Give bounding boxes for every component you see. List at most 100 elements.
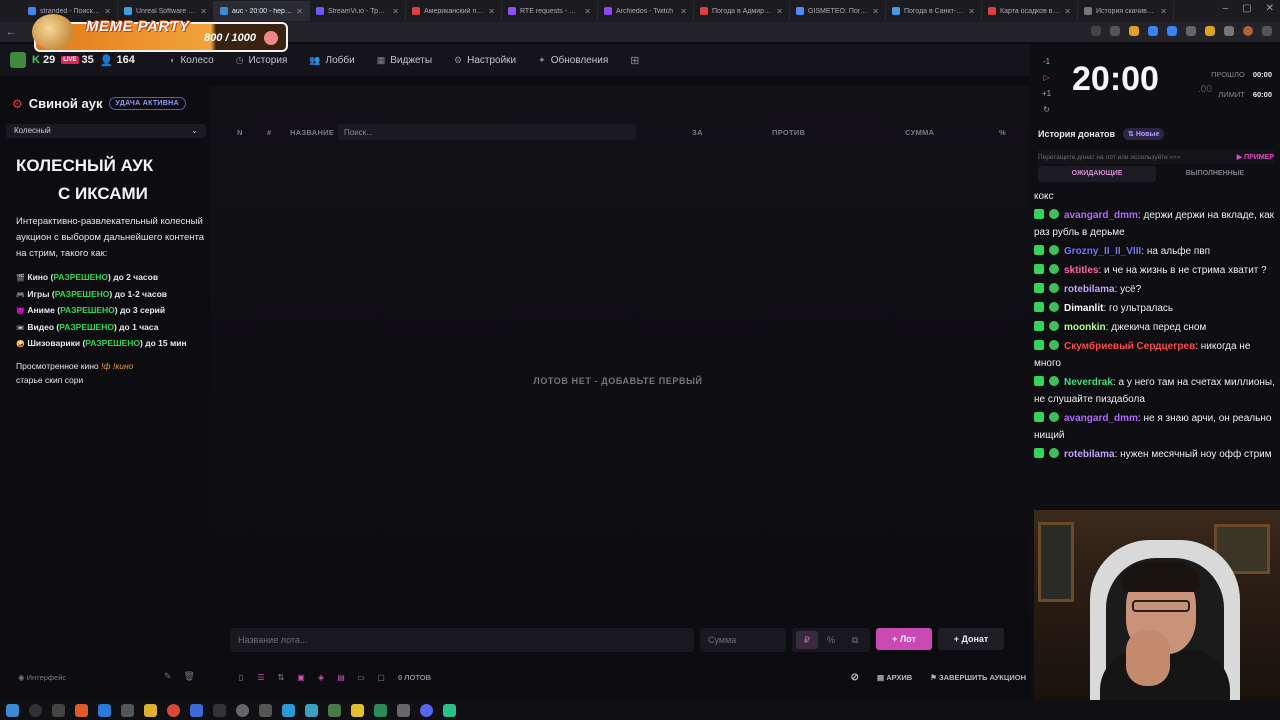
settings-icon[interactable] — [259, 703, 272, 717]
app-icon[interactable] — [98, 703, 111, 717]
grid-icon[interactable]: ⊞ — [630, 54, 639, 67]
lot-name-input[interactable] — [230, 628, 694, 652]
close-icon[interactable]: ✕ — [104, 7, 111, 16]
app-icon[interactable] — [236, 703, 249, 717]
minimize-icon[interactable]: – — [1223, 3, 1229, 14]
browser-tab[interactable]: Archiedos - Twitch ✕ — [598, 1, 694, 21]
nav-item[interactable]: ◐ Колесо — [170, 55, 214, 66]
trash-icon[interactable]: 🗑 — [184, 671, 195, 682]
app-icon[interactable] — [374, 703, 387, 717]
list-icon[interactable]: ☰ — [254, 670, 268, 684]
nav-item[interactable]: 👥 Лобби — [309, 55, 354, 66]
nav-item[interactable]: ✦ Обновления — [538, 55, 608, 66]
browser-tab[interactable]: Погода в Адмиралте ✕ — [694, 1, 790, 21]
menu-icon[interactable] — [1262, 26, 1272, 36]
browser-tab[interactable]: GISMETEO: Погода в ✕ — [790, 1, 886, 21]
avatar[interactable] — [1243, 26, 1253, 36]
tag-icon[interactable]: ▤ — [334, 670, 348, 684]
close-icon[interactable]: ✕ — [200, 7, 207, 16]
app-icon[interactable] — [190, 703, 203, 717]
extension-icon[interactable] — [1224, 26, 1234, 36]
chat-username[interactable]: avangard_dmm — [1064, 413, 1138, 424]
gamepad-icon[interactable]: ◈ — [314, 670, 328, 684]
minus-minute-button[interactable]: -1 — [1042, 54, 1051, 70]
archive-button[interactable]: ▤ АРХИВ — [877, 673, 912, 682]
app-icon[interactable] — [75, 703, 88, 717]
browser-tab[interactable]: RTE requests - Альфа ✕ — [502, 1, 598, 21]
extension-icon[interactable] — [1186, 26, 1196, 36]
tab-pending[interactable]: ОЖИДАЮЩИЕ — [1038, 166, 1156, 182]
add-donate-button[interactable]: + Донат — [938, 628, 1004, 650]
layout-icon[interactable]: ▯ — [234, 670, 248, 684]
close-icon[interactable]: ✕ — [584, 7, 591, 16]
app-icon[interactable] — [328, 703, 341, 717]
wheel-mode-select[interactable]: Колесный ⌄ — [6, 124, 206, 138]
col-sum[interactable]: СУММА — [905, 128, 934, 137]
extension-icon[interactable] — [1129, 26, 1139, 36]
close-icon[interactable]: ✕ — [1160, 7, 1167, 16]
nav-item[interactable]: ⚙ Настройки — [454, 55, 516, 66]
chat-username[interactable]: Dimanlit — [1064, 303, 1103, 314]
chat-username[interactable]: moonkin — [1064, 322, 1106, 333]
hide-icon[interactable]: ⊘ — [851, 672, 859, 683]
edit-icon[interactable]: ✎ — [164, 671, 172, 682]
example-button[interactable]: ▶ ПРИМЕР — [1237, 153, 1274, 161]
app-icon[interactable] — [305, 703, 318, 717]
browser-tab[interactable]: Карта осадков в Адм ✕ — [982, 1, 1078, 21]
star-icon[interactable] — [1091, 26, 1101, 36]
col-name[interactable]: НАЗВАНИЕ — [290, 128, 334, 137]
close-icon[interactable]: ✕ — [392, 7, 399, 16]
app-icon[interactable] — [52, 703, 65, 717]
finish-auction-button[interactable]: ⚑ ЗАВЕРШИТЬ АУКЦИОН — [930, 673, 1026, 682]
chat-username[interactable]: avangard_dmm — [1064, 210, 1138, 221]
app-icon[interactable] — [213, 703, 226, 717]
close-icon[interactable]: ✕ — [296, 7, 303, 16]
close-icon[interactable]: ✕ — [680, 7, 687, 16]
extension-icon[interactable] — [1205, 26, 1215, 36]
tab-done[interactable]: ВЫПОЛНЕННЫЕ — [1156, 166, 1274, 182]
play-icon[interactable]: ▣ — [294, 670, 308, 684]
maximize-icon[interactable]: ▢ — [1242, 3, 1251, 14]
app-icon[interactable] — [443, 703, 456, 717]
windows-start-icon[interactable] — [6, 703, 19, 717]
col-percent[interactable]: % — [999, 128, 1006, 137]
browser-tab[interactable]: StreamVi.io - Трансля ✕ — [310, 1, 406, 21]
folder-icon[interactable]: ▭ — [354, 670, 368, 684]
gear-icon[interactable]: ⚙ — [12, 97, 23, 111]
search-icon[interactable] — [29, 703, 42, 717]
close-icon[interactable]: ✕ — [872, 7, 879, 16]
browser-tab[interactable]: auc - 20:00 - heрeга ✕ — [214, 1, 310, 21]
new-badge[interactable]: ⇅ Новые — [1123, 128, 1165, 140]
col-for[interactable]: ЗА — [692, 128, 703, 137]
close-icon[interactable]: ✕ — [1064, 7, 1071, 16]
currency-mode-button[interactable]: ₽ — [796, 631, 818, 649]
sort-icon[interactable]: ⇅ — [274, 670, 288, 684]
chat-username[interactable]: Скумбриевый Сердцегрев — [1064, 341, 1195, 352]
app-icon[interactable] — [397, 703, 410, 717]
chat-username[interactable]: rotebilama — [1064, 449, 1115, 460]
luck-badge[interactable]: УДАЧА АКТИВНА — [108, 97, 186, 110]
chat-username[interactable]: Neverdrak — [1064, 377, 1113, 388]
chat-username[interactable]: Grozny_II_II_VIII — [1064, 246, 1141, 257]
app-icon[interactable] — [351, 703, 364, 717]
box-icon[interactable]: ▢ — [374, 670, 388, 684]
sum-input[interactable] — [700, 628, 786, 652]
chat-username[interactable]: rotebilama — [1064, 284, 1115, 295]
percent-mode-button[interactable]: % — [820, 631, 842, 649]
search-input[interactable] — [338, 124, 636, 140]
discord-icon[interactable] — [420, 703, 433, 717]
chrome-icon[interactable] — [167, 703, 180, 717]
folder-icon[interactable] — [144, 703, 157, 717]
browser-tab[interactable]: Погода в Санкт-Пете ✕ — [886, 1, 982, 21]
extension-icon[interactable] — [1110, 26, 1120, 36]
close-window-icon[interactable]: ✕ — [1266, 3, 1274, 14]
close-icon[interactable]: ✕ — [488, 7, 495, 16]
col-against[interactable]: ПРОТИВ — [772, 128, 805, 137]
nav-item[interactable]: ▦ Виджеты — [377, 55, 432, 66]
copy-icon[interactable]: ⧉ — [844, 631, 866, 649]
browser-tab[interactable]: Американский психо ✕ — [406, 1, 502, 21]
nav-item[interactable]: ◷ История — [236, 55, 288, 66]
chat-username[interactable]: sktitles — [1064, 265, 1098, 276]
add-lot-button[interactable]: + Лот — [876, 628, 932, 650]
close-icon[interactable]: ✕ — [776, 7, 783, 16]
